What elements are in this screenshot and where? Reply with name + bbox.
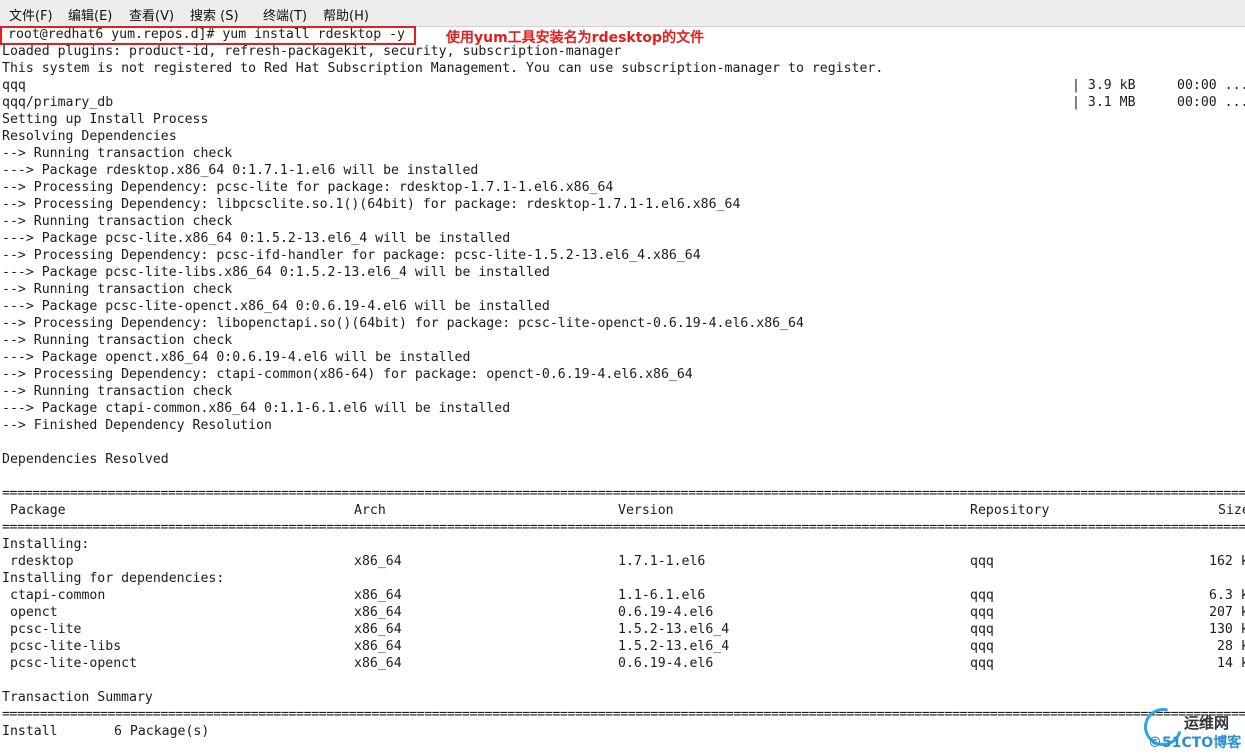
watermark-bottom: ©51CTO博客	[1148, 735, 1242, 751]
log-line: Setting up Install Process	[2, 112, 209, 127]
table-header-row: Package Arch Version Repository Size	[2, 502, 1245, 519]
log-line: ---> Package pcsc-lite-libs.x86_64 0:1.5…	[2, 265, 550, 280]
repo-progress-row: qqq/primary_db | 3.1 MB 00:00 ...	[2, 94, 1245, 111]
cell-repository: qqq	[970, 605, 994, 620]
cell-arch: x86_64	[354, 554, 402, 569]
command-highlight-box	[0, 26, 416, 45]
log-line: ---> Package pcsc-lite.x86_64 0:1.5.2-13…	[2, 231, 511, 246]
install-label: Install	[2, 724, 58, 739]
table-row: pcsc-lite-openct x86_64 0.6.19-4.el6 qqq…	[2, 655, 1245, 672]
cell-repository: qqq	[970, 554, 994, 569]
menu-search[interactable]: 搜索 (S)	[190, 5, 239, 24]
cell-repository: qqq	[970, 639, 994, 654]
repo-progress-row: qqq | 3.9 kB 00:00 ...	[2, 77, 1245, 94]
log-line: --> Running transaction check	[2, 384, 233, 399]
header-package: Package	[10, 503, 66, 518]
repo-name: qqq/primary_db	[2, 95, 114, 110]
cell-size: 14 k	[1217, 656, 1245, 671]
header-arch: Arch	[354, 503, 386, 518]
log-line: ---> Package openct.x86_64 0:0.6.19-4.el…	[2, 350, 471, 365]
section-label: Installing for dependencies:	[2, 571, 225, 586]
cell-version: 0.6.19-4.el6	[618, 605, 714, 620]
cell-size: 28 k	[1217, 639, 1245, 654]
cell-version: 1.7.1-1.el6	[618, 554, 706, 569]
cell-version: 1.1-6.1.el6	[618, 588, 706, 603]
cell-size: 162 k	[1209, 554, 1245, 569]
cell-size: 6.3 k	[1209, 588, 1245, 603]
table-row: pcsc-lite x86_64 1.5.2-13.el6_4 qqq 130 …	[2, 621, 1245, 638]
cell-version: 1.5.2-13.el6_4	[618, 622, 730, 637]
repo-name: qqq	[2, 78, 26, 93]
log-line: --> Processing Dependency: pcsc-ifd-hand…	[2, 248, 701, 263]
table-separator: ========================================…	[2, 520, 1245, 535]
cell-package: openct	[10, 605, 58, 620]
table-separator: ========================================…	[2, 707, 1245, 722]
watermark-top: 运维网	[1184, 714, 1230, 732]
install-summary-row: Install 6 Package(s)	[2, 723, 402, 740]
install-count: 6 Package(s)	[114, 724, 210, 739]
log-line: --> Processing Dependency: pcsc-lite for…	[2, 180, 614, 195]
annotation-text: 使用yum工具安装名为rdesktop的文件	[446, 30, 705, 46]
log-line: --> Running transaction check	[2, 333, 233, 348]
terminal-output[interactable]: root@redhat6 yum.repos.d]# yum install r…	[2, 26, 1245, 754]
log-line: ---> Package rdesktop.x86_64 0:1.7.1-1.e…	[2, 163, 479, 178]
cell-package: ctapi-common	[10, 588, 106, 603]
header-version: Version	[618, 503, 674, 518]
table-row: pcsc-lite-libs x86_64 1.5.2-13.el6_4 qqq…	[2, 638, 1245, 655]
log-line: --> Running transaction check	[2, 282, 233, 297]
menu-view[interactable]: 查看(V)	[129, 5, 174, 24]
header-size: Size	[1218, 503, 1245, 518]
table-row: rdesktop x86_64 1.7.1-1.el6 qqq 162 k	[2, 553, 1245, 570]
cell-package: pcsc-lite-openct	[10, 656, 138, 671]
table-row: ctapi-common x86_64 1.1-6.1.el6 qqq 6.3 …	[2, 587, 1245, 604]
cell-size: 130 k	[1209, 622, 1245, 637]
watermark: 运维网 ©51CTO博客	[1137, 701, 1245, 754]
log-line: Resolving Dependencies	[2, 129, 177, 144]
log-line: ---> Package pcsc-lite-openct.x86_64 0:0…	[2, 299, 550, 314]
log-line: --> Running transaction check	[2, 214, 233, 229]
log-line: --> Running transaction check	[2, 146, 233, 161]
cell-arch: x86_64	[354, 622, 402, 637]
menu-terminal[interactable]: 终端(T)	[263, 5, 307, 24]
log-line: --> Processing Dependency: ctapi-common(…	[2, 367, 693, 382]
cell-repository: qqq	[970, 622, 994, 637]
table-separator: ========================================…	[2, 486, 1245, 501]
download-time: 00:00 ...	[1177, 78, 1245, 93]
log-line: This system is not registered to Red Hat…	[2, 61, 884, 76]
cell-version: 1.5.2-13.el6_4	[618, 639, 730, 654]
cell-size: 207 k	[1209, 605, 1245, 620]
cell-arch: x86_64	[354, 605, 402, 620]
log-line: ---> Package ctapi-common.x86_64 0:1.1-6…	[2, 401, 511, 416]
cell-package: rdesktop	[10, 554, 74, 569]
download-time: 00:00 ...	[1177, 95, 1245, 110]
menu-help[interactable]: 帮助(H)	[323, 5, 369, 24]
section-label: Installing:	[2, 537, 90, 552]
cell-arch: x86_64	[354, 588, 402, 603]
download-size: | 3.9 kB	[1072, 78, 1136, 93]
log-line: --> Processing Dependency: libopenctapi.…	[2, 316, 804, 331]
log-line: --> Processing Dependency: libpcsclite.s…	[2, 197, 741, 212]
menu-bar: 文件(F) 编辑(E) 查看(V) 搜索 (S) 终端(T) 帮助(H)	[0, 0, 1245, 27]
cell-package: pcsc-lite-libs	[10, 639, 122, 654]
log-line: Dependencies Resolved	[2, 452, 169, 467]
cell-arch: x86_64	[354, 656, 402, 671]
menu-edit[interactable]: 编辑(E)	[68, 5, 112, 24]
log-line: --> Finished Dependency Resolution	[2, 418, 272, 433]
summary-title: Transaction Summary	[2, 690, 153, 705]
cell-version: 0.6.19-4.el6	[618, 656, 714, 671]
cell-repository: qqq	[970, 656, 994, 671]
cell-arch: x86_64	[354, 639, 402, 654]
cell-package: pcsc-lite	[10, 622, 82, 637]
menu-file[interactable]: 文件(F)	[9, 5, 53, 24]
table-row: openct x86_64 0.6.19-4.el6 qqq 207 k	[2, 604, 1245, 621]
header-repository: Repository	[970, 503, 1050, 518]
cell-repository: qqq	[970, 588, 994, 603]
download-size: | 3.1 MB	[1072, 95, 1136, 110]
